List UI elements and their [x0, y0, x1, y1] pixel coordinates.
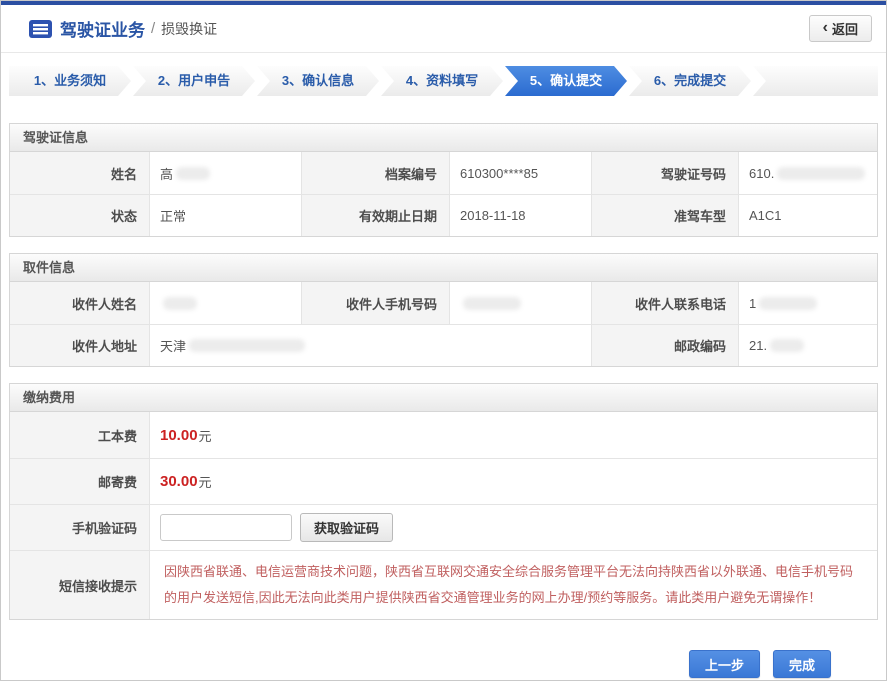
redaction-smudge: [176, 167, 210, 180]
sms-notice-text: 因陕西省联通、电信运营商技术问题，陕西省互联网交通安全综合服务管理平台无法向持陕…: [160, 551, 867, 619]
step-1-business-notice[interactable]: 1、业务须知: [9, 66, 131, 96]
field-label: 有效期止日期: [301, 194, 449, 236]
field-label: 档案编号: [301, 152, 449, 194]
fee-unit: 元: [199, 426, 212, 445]
field-value-status: 正常: [149, 194, 301, 236]
field-value-recipient-address: 天津: [149, 324, 591, 366]
redaction-smudge: [163, 297, 197, 310]
section-license-info: 驾驶证信息 姓名 高 档案编号 610300****85 驾驶证号码 610. …: [9, 123, 878, 237]
section-pickup-title: 取件信息: [10, 254, 877, 282]
pickup-info-table: 收件人姓名 收件人手机号码 收件人联系电话 1 收件人地址 天津 邮政编码 21…: [10, 282, 877, 366]
step-4-fill-data[interactable]: 4、资料填写: [381, 66, 503, 96]
page-title: 驾驶证业务: [60, 16, 145, 41]
redaction-smudge: [777, 167, 865, 180]
main-panel: 驾驶证业务 / 损毁换证 ‹ 返回 1、业务须知 2、用户申告 3、确认信息 4…: [0, 0, 887, 681]
sms-code-cell: 获取验证码: [149, 504, 877, 550]
license-info-table: 姓名 高 档案编号 610300****85 驾驶证号码 610. 状态 正常 …: [10, 152, 877, 236]
fee-amount: 10.00: [160, 427, 198, 444]
section-fees-title: 缴纳费用: [10, 384, 877, 412]
step-progress-bar: 1、业务须知 2、用户申告 3、确认信息 4、资料填写 5、确认提交 6、完成提…: [9, 66, 878, 96]
fee-value-postage: 30.00元: [149, 458, 877, 504]
field-value-file-number: 610300****85: [449, 152, 591, 194]
back-button[interactable]: ‹ 返回: [809, 15, 872, 42]
sms-notice-label: 短信接收提示: [10, 550, 149, 619]
breadcrumb-separator: /: [151, 20, 155, 37]
fee-amount: 30.00: [160, 473, 198, 490]
redaction-smudge: [770, 339, 804, 352]
field-label: 收件人姓名: [10, 282, 149, 324]
fee-value-production: 10.00元: [149, 412, 877, 458]
field-label: 邮寄费: [10, 458, 149, 504]
field-value-postal-code: 21.: [738, 324, 877, 366]
field-value-vehicle-class: A1C1: [738, 194, 877, 236]
breadcrumb-current: 损毁换证: [161, 19, 217, 39]
step-2-user-declaration[interactable]: 2、用户申告: [133, 66, 255, 96]
field-label: 邮政编码: [591, 324, 738, 366]
field-value-name: 高: [149, 152, 301, 194]
finish-button[interactable]: 完成: [773, 650, 831, 678]
field-value-license-number: 610.: [738, 152, 877, 194]
step-5-confirm-submit[interactable]: 5、确认提交: [505, 66, 627, 96]
field-label: 工本费: [10, 412, 149, 458]
step-6-finish-submit[interactable]: 6、完成提交: [629, 66, 751, 96]
field-value-recipient-phone: 1: [738, 282, 877, 324]
field-label: 姓名: [10, 152, 149, 194]
redaction-smudge: [189, 339, 305, 352]
field-label: 收件人地址: [10, 324, 149, 366]
page-header: 驾驶证业务 / 损毁换证 ‹ 返回: [1, 5, 886, 53]
fee-unit: 元: [199, 472, 212, 491]
sms-notice-cell: 因陕西省联通、电信运营商技术问题，陕西省互联网交通安全综合服务管理平台无法向持陕…: [149, 550, 877, 619]
step-bar-filler: [753, 66, 878, 96]
field-label: 准驾车型: [591, 194, 738, 236]
step-3-confirm-info[interactable]: 3、确认信息: [257, 66, 379, 96]
field-label: 状态: [10, 194, 149, 236]
back-label: 返回: [832, 19, 858, 38]
field-value-recipient-mobile: [449, 282, 591, 324]
section-fees: 缴纳费用 工本费 10.00元 邮寄费 30.00元 手机验证码 获取验证码 短…: [9, 383, 878, 620]
fees-table: 工本费 10.00元 邮寄费 30.00元 手机验证码 获取验证码 短信接收提示…: [10, 412, 877, 619]
sms-code-label: 手机验证码: [10, 504, 149, 550]
field-value-expiry-date: 2018-11-18: [449, 194, 591, 236]
field-label: 收件人手机号码: [301, 282, 449, 324]
section-license-title: 驾驶证信息: [10, 124, 877, 152]
chevron-left-icon: ‹: [823, 20, 828, 36]
redaction-smudge: [463, 297, 521, 310]
field-label: 驾驶证号码: [591, 152, 738, 194]
previous-step-button[interactable]: 上一步: [689, 650, 760, 678]
license-service-icon: [29, 20, 52, 38]
get-code-button[interactable]: 获取验证码: [300, 513, 393, 542]
sms-code-input[interactable]: [160, 514, 292, 541]
section-pickup-info: 取件信息 收件人姓名 收件人手机号码 收件人联系电话 1 收件人地址 天津 邮政…: [9, 253, 878, 367]
redaction-smudge: [759, 297, 817, 310]
field-label: 收件人联系电话: [591, 282, 738, 324]
field-value-recipient-name: [149, 282, 301, 324]
footer-actions: 上一步 完成: [1, 650, 886, 678]
